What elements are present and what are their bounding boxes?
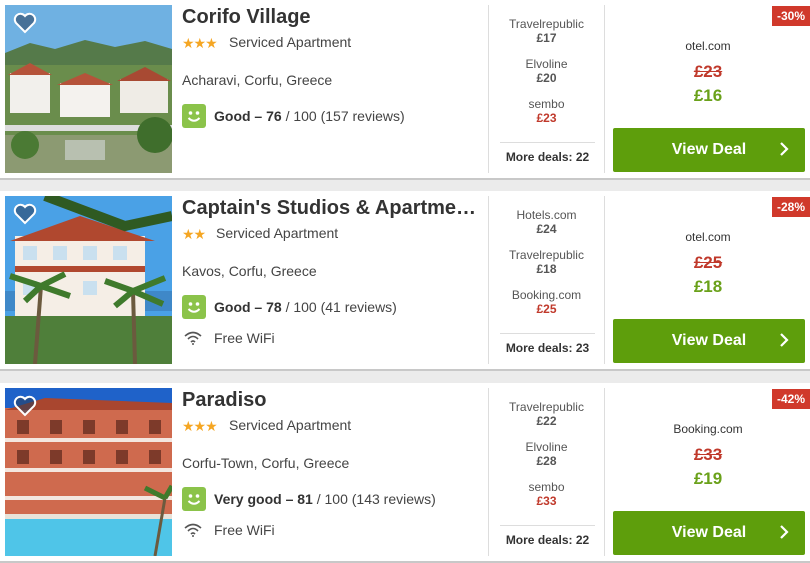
provider-price[interactable]: Elvoline £20 xyxy=(490,57,603,85)
view-deal-button[interactable]: View Deal xyxy=(613,319,805,363)
provider-price[interactable]: Booking.com £25 xyxy=(490,288,603,316)
accommodation-type: Serviced Apartment xyxy=(216,225,339,241)
divider xyxy=(604,196,605,364)
hotel-name[interactable]: Corifo Village xyxy=(182,6,480,29)
provider-name: Travelrepublic xyxy=(509,400,584,414)
provider-price-value: £28 xyxy=(536,454,557,468)
hotel-location[interactable]: Corfu-Town, Corfu, Greece xyxy=(182,455,349,471)
provider-price[interactable]: sembo £33 xyxy=(490,480,603,508)
guest-rating[interactable]: Good – 78 / 100 (41 reviews) xyxy=(182,295,397,319)
amenity-wifi: Free WiFi xyxy=(184,522,275,538)
deal-price: £18 xyxy=(693,277,723,296)
view-deal-button[interactable]: View Deal xyxy=(613,128,805,172)
provider-price-value: £17 xyxy=(536,31,557,45)
provider-name: sembo xyxy=(528,97,565,111)
divider xyxy=(488,5,489,173)
deal-provider: otel.com xyxy=(685,230,731,244)
provider-name: Travelrepublic xyxy=(509,248,584,262)
provider-price-value: £18 xyxy=(536,262,557,276)
view-deal-label: View Deal xyxy=(671,332,747,349)
rating-reviews: / 100 (41 reviews) xyxy=(281,299,397,315)
star-rating: ★★★ xyxy=(182,35,218,51)
amenity-label: Free WiFi xyxy=(214,330,275,346)
provider-name: Hotels.com xyxy=(516,208,577,222)
view-deal-label: View Deal xyxy=(671,524,747,541)
chevron-right-icon xyxy=(780,333,789,347)
amenity-label: Free WiFi xyxy=(214,522,275,538)
provider-price-value: £25 xyxy=(536,302,557,316)
hotel-photo[interactable] xyxy=(5,5,172,173)
provider-price-value: £33 xyxy=(536,494,557,508)
deal-provider: Booking.com xyxy=(673,422,743,436)
divider xyxy=(604,388,605,556)
old-price: £23 xyxy=(693,62,723,81)
star-rating: ★★ xyxy=(182,226,206,242)
star-rating: ★★★ xyxy=(182,418,218,434)
provider-price-value: £20 xyxy=(536,71,557,85)
hotel-card: Captain's Studios & Apartme… ★★ Serviced… xyxy=(0,191,810,371)
heart-icon[interactable] xyxy=(13,203,37,225)
smiley-rating-icon xyxy=(182,104,206,128)
divider xyxy=(488,196,489,364)
deal-price: £16 xyxy=(693,86,723,105)
heart-icon[interactable] xyxy=(13,12,37,34)
guest-rating[interactable]: Very good – 81 / 100 (143 reviews) xyxy=(182,487,436,511)
more-deals-link[interactable]: More deals: 22 xyxy=(500,525,595,547)
provider-price[interactable]: Travelrepublic £22 xyxy=(490,400,603,428)
chevron-right-icon xyxy=(780,525,789,539)
hotel-card: Corifo Village ★★★ Serviced Apartment Ac… xyxy=(0,0,810,180)
hotel-location[interactable]: Acharavi, Corfu, Greece xyxy=(182,72,332,88)
smiley-rating-icon xyxy=(182,295,206,319)
best-deal: -28% otel.com £25 £18 View Deal xyxy=(606,191,810,371)
best-deal: -30% otel.com £23 £16 View Deal xyxy=(606,0,810,180)
provider-price[interactable]: Hotels.com £24 xyxy=(490,208,603,236)
hotel-name[interactable]: Captain's Studios & Apartme… xyxy=(182,197,480,220)
deal-provider: otel.com xyxy=(685,39,731,53)
discount-badge: -42% xyxy=(771,389,810,409)
provider-name: sembo xyxy=(528,480,565,494)
hotel-location[interactable]: Kavos, Corfu, Greece xyxy=(182,263,317,279)
provider-price[interactable]: sembo £23 xyxy=(490,97,603,125)
more-deals-link[interactable]: More deals: 22 xyxy=(500,142,595,164)
view-deal-label: View Deal xyxy=(671,141,747,158)
smiley-rating-icon xyxy=(182,487,206,511)
provider-name: Elvoline xyxy=(525,440,568,454)
amenity-wifi: Free WiFi xyxy=(184,330,275,346)
provider-price[interactable]: Elvoline £28 xyxy=(490,440,603,468)
heart-icon[interactable] xyxy=(13,395,37,417)
provider-price[interactable]: Travelrepublic £17 xyxy=(490,17,603,45)
rating-score: Good – 76 xyxy=(214,108,282,124)
hotel-photo[interactable] xyxy=(5,196,172,364)
chevron-right-icon xyxy=(780,142,789,156)
rating-score: Very good – 81 xyxy=(214,491,313,507)
view-deal-button[interactable]: View Deal xyxy=(613,511,805,555)
provider-price[interactable]: Travelrepublic £18 xyxy=(490,248,603,276)
best-deal: -42% Booking.com £33 £19 View Deal xyxy=(606,383,810,563)
rating-reviews: / 100 (157 reviews) xyxy=(281,108,405,124)
wifi-icon xyxy=(184,523,202,537)
divider xyxy=(604,5,605,173)
provider-name: Travelrepublic xyxy=(509,17,584,31)
provider-price-value: £23 xyxy=(536,111,557,125)
rating-score: Good – 78 xyxy=(214,299,282,315)
hotel-name[interactable]: Paradiso xyxy=(182,389,480,412)
provider-name: Elvoline xyxy=(525,57,568,71)
old-price: £25 xyxy=(693,253,723,272)
old-price: £33 xyxy=(693,445,723,464)
guest-rating[interactable]: Good – 76 / 100 (157 reviews) xyxy=(182,104,405,128)
deal-price: £19 xyxy=(693,469,723,488)
provider-name: Booking.com xyxy=(511,288,582,302)
discount-badge: -30% xyxy=(771,6,810,26)
hotel-card: Paradiso ★★★ Serviced Apartment Corfu-To… xyxy=(0,383,810,563)
more-deals-link[interactable]: More deals: 23 xyxy=(500,333,595,355)
accommodation-type: Serviced Apartment xyxy=(229,417,352,433)
rating-reviews: / 100 (143 reviews) xyxy=(312,491,436,507)
provider-price-value: £22 xyxy=(536,414,557,428)
hotel-photo[interactable] xyxy=(5,388,172,556)
divider xyxy=(488,388,489,556)
accommodation-type: Serviced Apartment xyxy=(229,34,352,50)
discount-badge: -28% xyxy=(771,197,810,217)
wifi-icon xyxy=(184,331,202,345)
provider-price-value: £24 xyxy=(536,222,557,236)
